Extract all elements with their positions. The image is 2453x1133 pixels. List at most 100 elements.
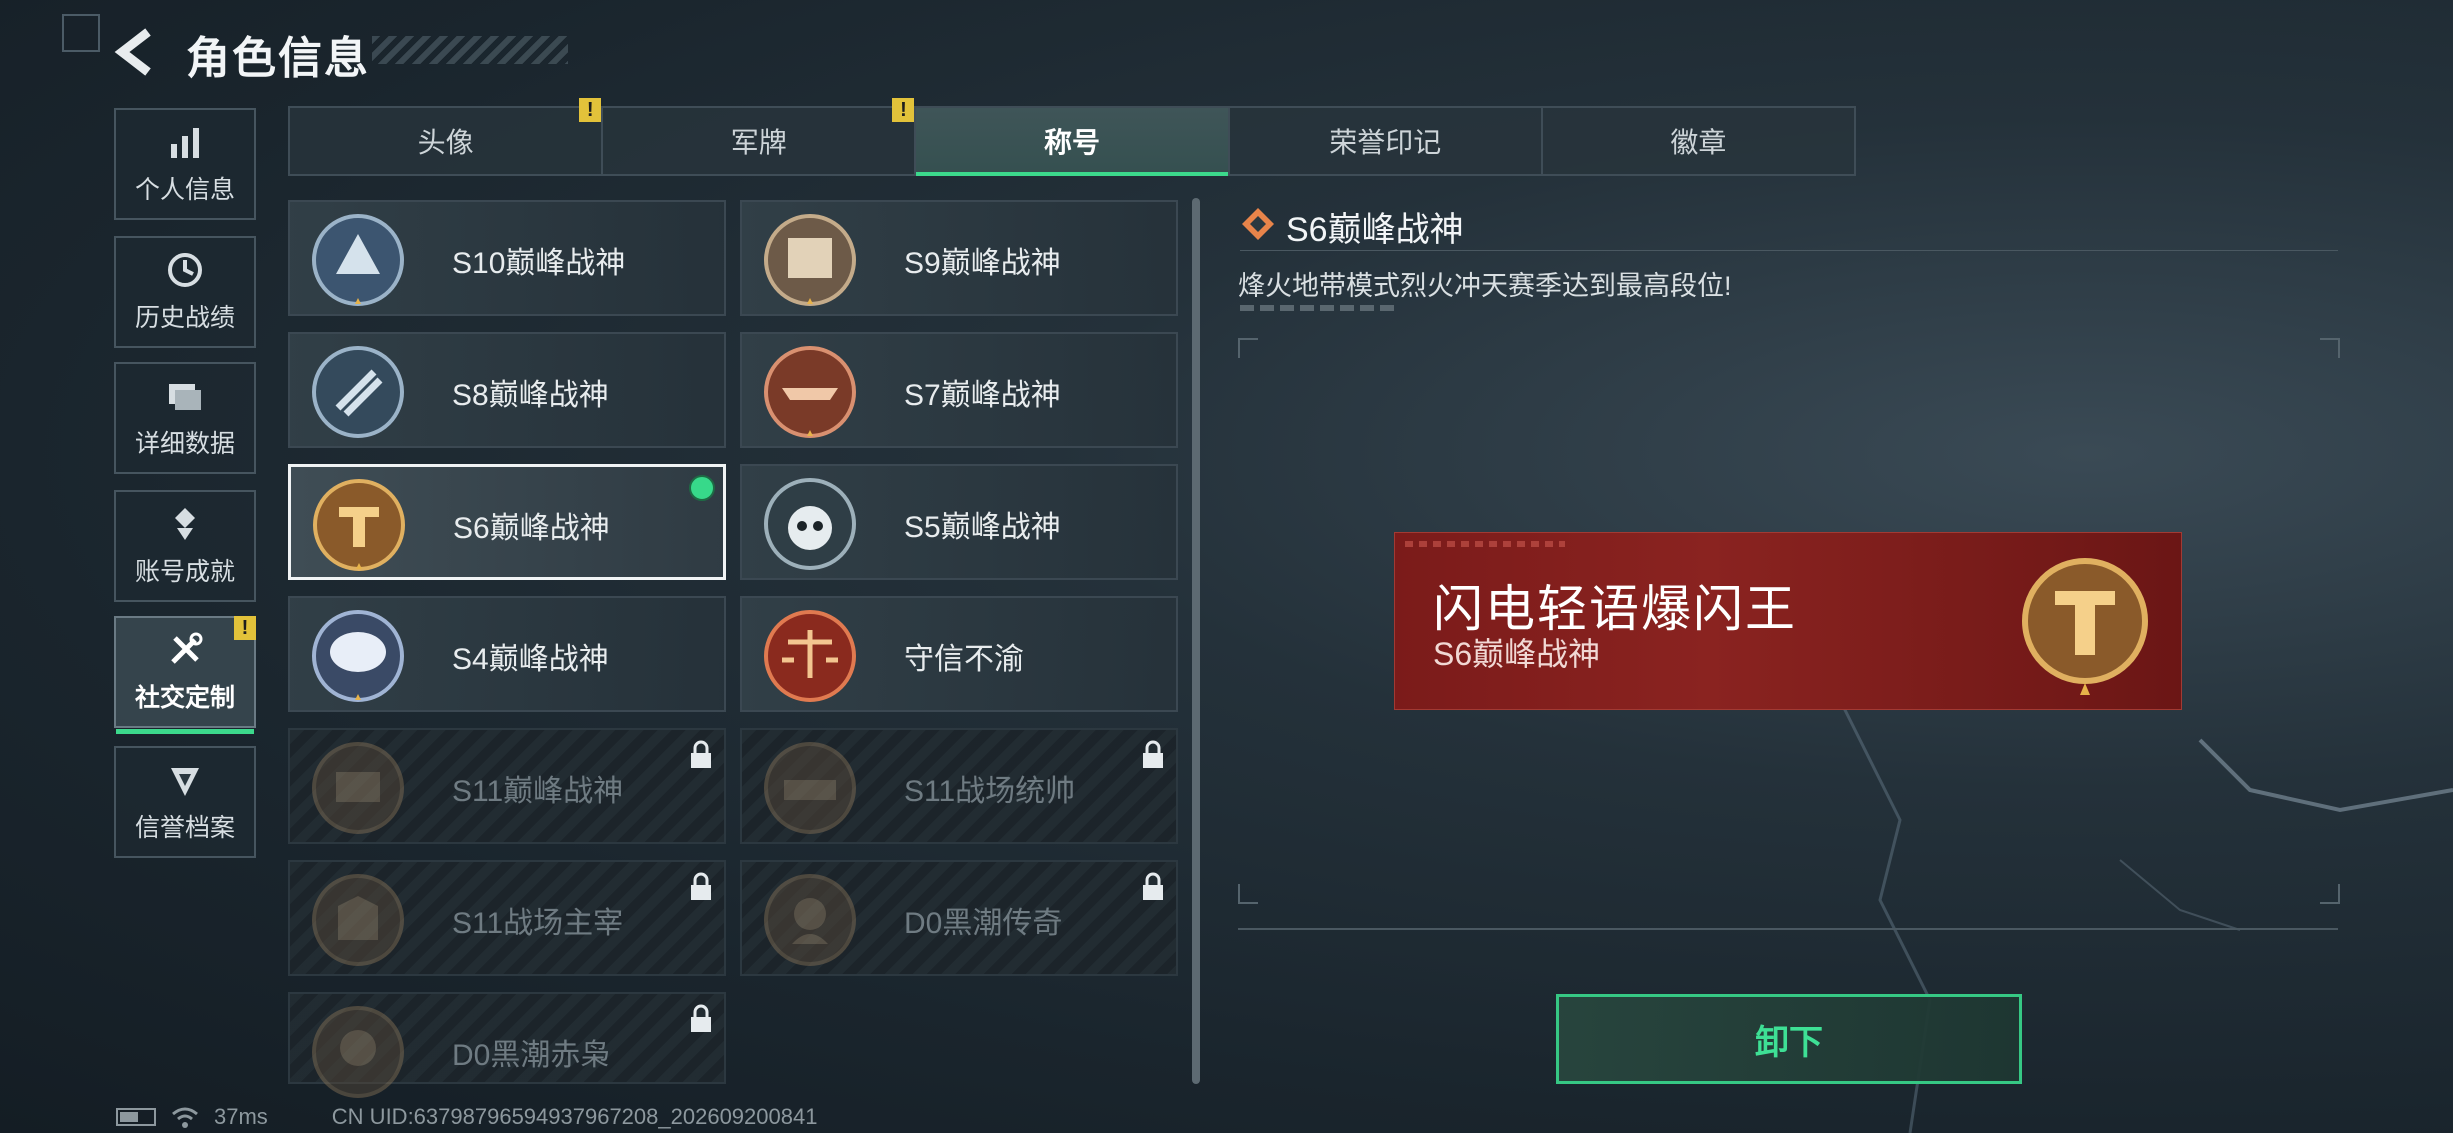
- battery-icon: [116, 1108, 156, 1126]
- plate-subtitle: S6巅峰战神: [1433, 636, 1601, 672]
- tab-dogtag[interactable]: 军牌 !: [603, 98, 917, 174]
- tab-label: 荣誉印记: [1329, 127, 1442, 158]
- sidebar-item-details[interactable]: 详细数据: [114, 362, 256, 474]
- frame-corner: [2320, 338, 2340, 358]
- tab-label: 徽章: [1670, 127, 1727, 158]
- achievement-icon: [175, 508, 195, 540]
- season-emblem-icon: [312, 610, 404, 702]
- title-card-locked[interactable]: S11战场主宰: [288, 860, 726, 976]
- title-card[interactable]: S9巅峰战神: [740, 200, 1178, 316]
- page-title: 角色信息: [186, 34, 370, 83]
- lock-icon: [691, 1004, 711, 1032]
- title-preview-plate: 闪电轻语爆闪王 S6巅峰战神: [1394, 532, 2182, 710]
- title-card[interactable]: S5巅峰战神: [740, 464, 1178, 580]
- frame-corner: [2320, 884, 2340, 904]
- title-name: D0黑潮赤枭: [452, 1039, 611, 1072]
- divider: [1238, 928, 2338, 930]
- scales-emblem-icon: [764, 610, 856, 702]
- tab-label: 头像: [417, 127, 474, 158]
- season-emblem-icon: [764, 874, 856, 966]
- warning-badge: !: [234, 616, 256, 640]
- sidebar-item-label: 社交定制: [134, 684, 235, 712]
- detail-decoration: [1240, 305, 1396, 311]
- title-decoration: [372, 36, 568, 64]
- season-emblem-icon: [312, 346, 404, 438]
- season-emblem-icon: [312, 1006, 404, 1098]
- title-name: S9巅峰战神: [904, 247, 1061, 280]
- unequip-button[interactable]: 卸下: [1556, 994, 2022, 1084]
- sidebar-item-label: 个人信息: [134, 176, 235, 204]
- equipped-indicator: [689, 475, 715, 501]
- title-card-locked[interactable]: D0黑潮赤枭: [288, 992, 726, 1098]
- tab-badge[interactable]: 徽章: [1543, 108, 1854, 174]
- title-name: S11战场主宰: [452, 907, 624, 940]
- divider: [1240, 250, 2338, 251]
- ping-value: 37ms: [214, 1104, 268, 1129]
- title-card[interactable]: S4巅峰战神: [288, 596, 726, 712]
- title-name: S10巅峰战神: [452, 247, 626, 280]
- credit-icon: [171, 768, 199, 796]
- lock-icon: [1143, 872, 1163, 900]
- warning-badge: !: [579, 98, 602, 122]
- title-card-locked[interactable]: D0黑潮传奇: [740, 860, 1178, 976]
- uid-text: CN UID:6379879659493796720​8_20260920084…: [331, 1104, 818, 1129]
- season-emblem-icon: [764, 346, 856, 438]
- title-card[interactable]: S8巅峰战神: [288, 332, 726, 448]
- title-card-locked[interactable]: S11巅峰战神: [288, 728, 726, 844]
- title-name: S11巅峰战神: [452, 775, 624, 808]
- tab-avatar[interactable]: 头像 !: [290, 98, 604, 174]
- title-card[interactable]: S7巅峰战神: [740, 332, 1178, 448]
- clock-icon: [168, 253, 202, 287]
- lock-icon: [1143, 740, 1163, 768]
- sidebar-item-label: 信誉档案: [134, 814, 235, 842]
- season-emblem-icon: [764, 214, 856, 306]
- title-name: S4巅峰战神: [452, 643, 609, 676]
- active-indicator: [116, 729, 254, 734]
- title-card-selected[interactable]: S6巅峰战神: [288, 464, 726, 580]
- title-card-locked[interactable]: S11战场统帅: [740, 728, 1178, 844]
- season-emblem-icon: [312, 742, 404, 834]
- frame-corner: [1238, 338, 1258, 358]
- tab-honor-mark[interactable]: 荣誉印记: [1230, 108, 1543, 174]
- detail-title: S6巅峰战神: [1286, 211, 1464, 249]
- title-card[interactable]: 守信不渝: [740, 596, 1178, 712]
- title-name: S5巅峰战神: [904, 511, 1061, 544]
- sidebar-item-social-custom[interactable]: 社交定制 !: [114, 616, 256, 734]
- title-list-scrollbar[interactable]: [1192, 198, 1200, 1084]
- folder-icon: [169, 384, 201, 410]
- sidebar-item-history[interactable]: 历史战绩: [114, 236, 256, 348]
- tab-label: 军牌: [730, 127, 787, 158]
- season-emblem-icon: [313, 479, 405, 571]
- plate-decoration: [1405, 541, 1565, 547]
- title-name: S8巅峰战神: [452, 379, 609, 412]
- status-bar: 37ms CN UID:6379879659493796720​8_202609…: [116, 1104, 817, 1130]
- detail-description: 烽火地带模式烈火冲天赛季达到最高段位!: [1238, 271, 1732, 301]
- frame-corner: [1238, 884, 1258, 904]
- tab-title[interactable]: 称号: [916, 108, 1230, 176]
- sidebar-item-personal-info[interactable]: 个人信息: [114, 108, 256, 220]
- back-arrow-icon[interactable]: [112, 26, 160, 78]
- sidebar-item-credit-record[interactable]: 信誉档案: [114, 746, 256, 858]
- title-name: S11战场统帅: [904, 775, 1076, 808]
- lock-icon: [691, 872, 711, 900]
- tools-icon: [171, 632, 203, 664]
- tab-label: 称号: [1044, 127, 1101, 158]
- title-card[interactable]: S10巅峰战神: [288, 200, 726, 316]
- sidebar-item-achievements[interactable]: 账号成就: [114, 490, 256, 602]
- lock-icon: [691, 740, 711, 768]
- title-name: S6巅峰战神: [453, 512, 610, 545]
- season-emblem-icon: [764, 742, 856, 834]
- warning-badge: !: [892, 98, 915, 122]
- title-name: D0黑潮传奇: [904, 907, 1063, 940]
- sidebar-item-label: 详细数据: [134, 430, 235, 458]
- season-emblem-icon: [2022, 558, 2148, 695]
- title-type-icon: [1242, 208, 1274, 240]
- title-name: S7巅峰战神: [904, 379, 1061, 412]
- tab-bar: 头像 ! 军牌 ! 称号 荣誉印记 徽章: [288, 98, 1856, 176]
- sidebar-item-label: 账号成就: [134, 558, 235, 586]
- corner-marker: [62, 14, 100, 52]
- season-emblem-icon: [764, 478, 856, 570]
- sidebar-item-label: 历史战绩: [134, 304, 235, 332]
- bar-chart-icon: [171, 128, 199, 158]
- season-emblem-icon: [312, 874, 404, 966]
